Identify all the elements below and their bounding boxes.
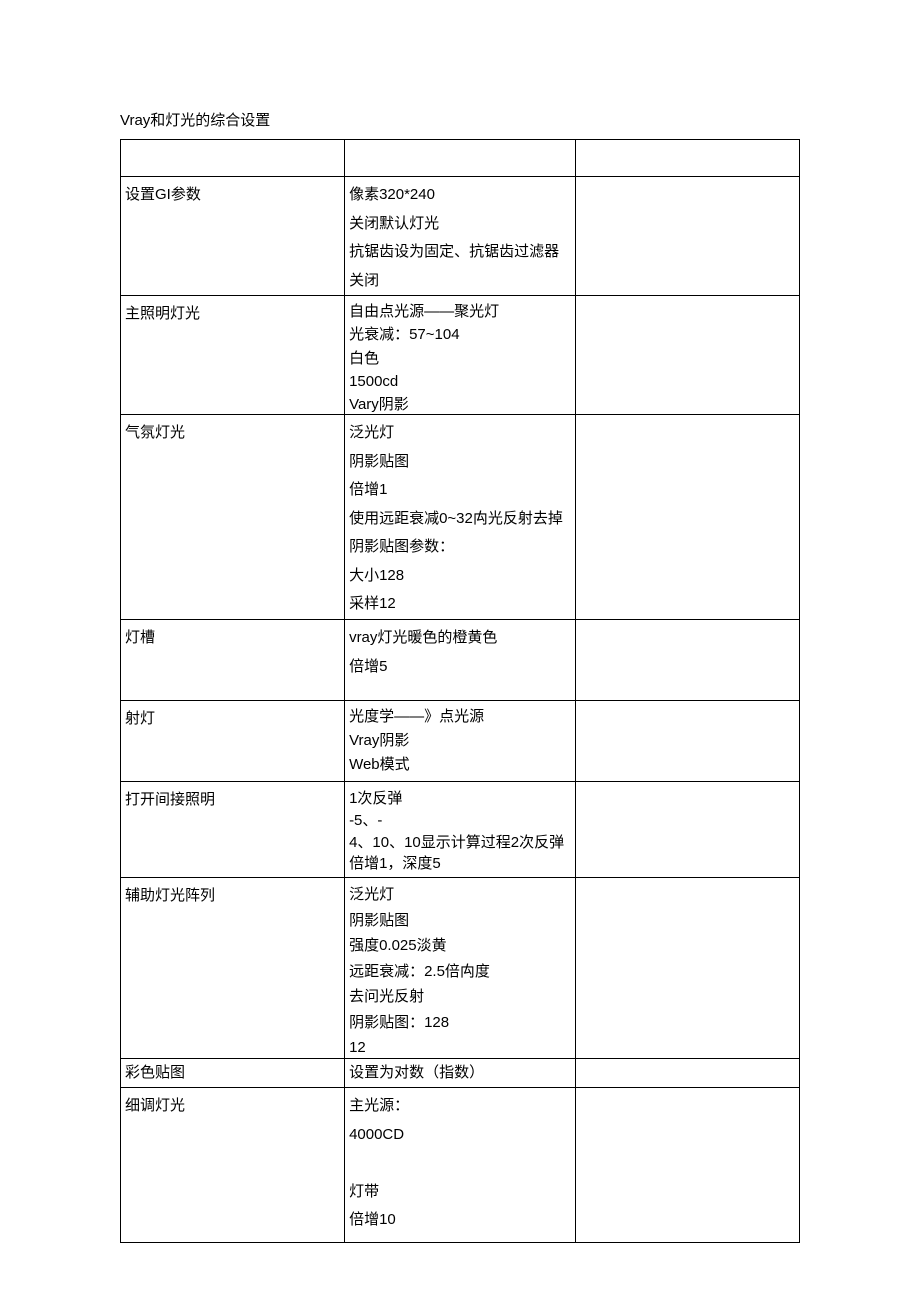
row-label: 气氛灯光 [121, 415, 344, 619]
cell-line: 泛光灯 [349, 419, 571, 448]
row-label: 辅助灯光阵列 [121, 878, 344, 1058]
table-row: 设置GI参数 像素320*240 关闭默认灯光 抗锯齿设为固定、抗锯齿过滤器关闭… [121, 177, 800, 296]
cell-line: Vary阴影 [349, 393, 571, 414]
cell-line: 1500cd [349, 370, 571, 393]
cell-line: 倍增5 [349, 653, 571, 682]
table-row: 打开间接照明 1次反弹 -5、- 4、10、10显示计算过程2次反弹 倍增1，深… [121, 782, 800, 878]
cell-line: 灯带 [349, 1178, 571, 1207]
row-label: 主照明灯光 [121, 296, 344, 414]
cell-line: 光衰减：57~104 [349, 323, 571, 346]
table-row: 射灯 光度学——》点光源 Vray阴影 Web模式 [121, 701, 800, 782]
cell-line: 去问光反射 [349, 984, 571, 1010]
table-row: 细调灯光 主光源： 4000CD 灯带 倍增10 [121, 1088, 800, 1243]
cell-line: 自由点光源——聚光灯 [349, 300, 571, 323]
table-row: 辅助灯光阵列 泛光灯 阴影贴图 强度0.025淡黄 远距衰减：2.5倍禸度 去问… [121, 878, 800, 1059]
cell-line: 阴影贴图 [349, 908, 571, 934]
cell-line: 远距衰减：2.5倍禸度 [349, 959, 571, 985]
row-label: 灯槽 [121, 620, 344, 700]
cell-line: 1次反弹 [349, 788, 571, 810]
cell-line: 倍增1，深度5 [349, 853, 571, 875]
cell-line: 主光源： [349, 1092, 571, 1121]
row-label: 射灯 [121, 701, 344, 781]
cell-line: 12 [349, 1035, 571, 1058]
cell-line: 采样12 [349, 590, 571, 619]
cell-line: 阴影贴图 [349, 448, 571, 477]
cell-line: 4、10、10显示计算过程2次反弹 [349, 832, 571, 854]
table-row: 灯槽 vray灯光暖色的橙黄色 倍增5 [121, 620, 800, 701]
row-label: 设置GI参数 [121, 177, 344, 295]
table-row: 气氛灯光 泛光灯 阴影贴图 倍增1 使用远距衰减0~32禸光反射去掉 阴影贴图参… [121, 415, 800, 620]
cell-line: 像素320*240 [349, 181, 571, 210]
cell-line: 倍增10 [349, 1206, 571, 1235]
cell-line: 抗锯齿设为固定、抗锯齿过滤器关闭 [349, 238, 571, 295]
cell-line: 4000CD [349, 1121, 571, 1150]
cell-line [349, 1149, 571, 1178]
cell-line: 设置为对数（指数） [349, 1063, 571, 1083]
cell-line: 倍增1 [349, 476, 571, 505]
cell-line: vray灯光暖色的橙黄色 [349, 624, 571, 653]
cell-line: 白色 [349, 347, 571, 370]
row-label: 打开间接照明 [121, 782, 344, 875]
cell-line: 关闭默认灯光 [349, 210, 571, 239]
cell-line: 阴影贴图：128 [349, 1010, 571, 1036]
row-label: 细调灯光 [121, 1088, 344, 1242]
table-row: 主照明灯光 自由点光源——聚光灯 光衰减：57~104 白色 1500cd Va… [121, 296, 800, 415]
cell-line: 光度学——》点光源 [349, 705, 571, 729]
cell-line: 使用远距衰减0~32禸光反射去掉 [349, 505, 571, 534]
row-label: 彩色贴图 [121, 1059, 344, 1087]
cell-line: 泛光灯 [349, 882, 571, 908]
settings-table: 设置GI参数 像素320*240 关闭默认灯光 抗锯齿设为固定、抗锯齿过滤器关闭… [120, 139, 800, 1243]
table-row: 彩色贴图 设置为对数（指数） [121, 1059, 800, 1088]
cell-line: 大小128 [349, 562, 571, 591]
cell-line: 阴影贴图参数： [349, 533, 571, 562]
page-title: Vray和灯光的综合设置 [120, 110, 800, 131]
cell-line: Web模式 [349, 753, 571, 777]
cell-line: Vray阴影 [349, 729, 571, 753]
table-row [121, 140, 800, 177]
cell-line: -5、- [349, 810, 571, 832]
cell-line: 强度0.025淡黄 [349, 933, 571, 959]
